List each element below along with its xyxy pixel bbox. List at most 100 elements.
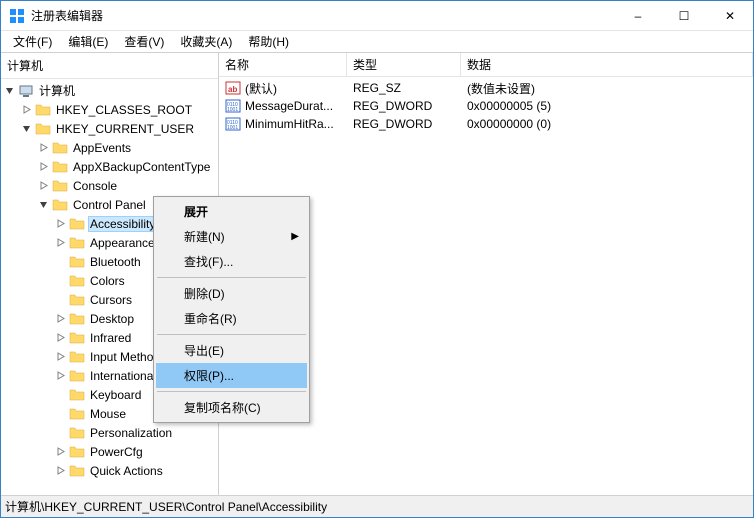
chevron-right-icon[interactable] (54, 464, 67, 477)
ctx-delete[interactable]: 删除(D) (156, 281, 307, 306)
value-row[interactable]: 01101001 MessageDurat... REG_DWORD0x000000… (219, 97, 753, 115)
tree-item-label: Desktop (88, 311, 136, 327)
col-data[interactable]: 数据 (461, 53, 753, 77)
tree-item-label: Control Panel (71, 197, 148, 213)
ctx-copy-key-name[interactable]: 复制项名称(C) (156, 395, 307, 420)
window-title: 注册表编辑器 (31, 7, 615, 24)
folder-icon (52, 197, 68, 213)
tree-item-label: Appearance (88, 235, 157, 251)
tree-item-label: Quick Actions (88, 463, 165, 479)
value-name-label: MessageDurat... (245, 99, 333, 113)
chevron-right-icon[interactable] (54, 331, 67, 344)
tree-item-label: Personalization (88, 425, 174, 441)
value-name-label: (默认) (245, 80, 277, 97)
twisty-none (54, 388, 67, 401)
twisty-none (54, 274, 67, 287)
cell-name: ab (默认) (219, 80, 347, 97)
tree-item[interactable]: Quick Actions (1, 461, 218, 480)
folder-icon (69, 292, 85, 308)
tree-item[interactable]: Console (1, 176, 218, 195)
tree-item-label: Cursors (88, 292, 134, 308)
menu-view[interactable]: 查看(V) (116, 31, 172, 52)
ctx-permissions[interactable]: 权限(P)... (156, 363, 307, 388)
chevron-right-icon[interactable] (54, 236, 67, 249)
ctx-separator (157, 277, 306, 278)
cell-type: REG_DWORD (347, 117, 461, 131)
chevron-down-icon[interactable] (37, 198, 50, 211)
ctx-separator (157, 334, 306, 335)
ctx-expand[interactable]: 展开 (156, 199, 307, 224)
folder-icon (69, 425, 85, 441)
chevron-right-icon[interactable] (54, 445, 67, 458)
tree-item-label: AppEvents (71, 140, 133, 156)
chevron-right-icon[interactable] (54, 350, 67, 363)
tree-root[interactable]: 计算机 (1, 81, 218, 100)
chevron-right-icon[interactable] (54, 217, 67, 230)
folder-icon (69, 330, 85, 346)
tree-item[interactable]: AppEvents (1, 138, 218, 157)
menu-file[interactable]: 文件(F) (5, 31, 60, 52)
statusbar-path: 计算机\HKEY_CURRENT_USER\Control Panel\Acce… (5, 498, 327, 515)
cell-type: REG_DWORD (347, 99, 461, 113)
chevron-right-icon[interactable] (37, 160, 50, 173)
cell-data: 0x00000000 (0) (461, 117, 753, 131)
tree-item-label: Keyboard (88, 387, 143, 403)
chevron-right-icon[interactable] (37, 141, 50, 154)
close-button[interactable]: ✕ (707, 1, 753, 30)
chevron-right-icon[interactable] (54, 312, 67, 325)
chevron-down-icon[interactable] (20, 122, 33, 135)
folder-icon (69, 368, 85, 384)
col-type[interactable]: 类型 (347, 53, 461, 77)
folder-icon (35, 102, 51, 118)
value-string-icon: ab (225, 80, 241, 96)
tree-item[interactable]: AppXBackupContentType (1, 157, 218, 176)
tree-item[interactable]: HKEY_CURRENT_USER (1, 119, 218, 138)
value-row[interactable]: 01101001 MinimumHitRa... REG_DWORD0x000000… (219, 115, 753, 133)
folder-icon (69, 444, 85, 460)
chevron-right-icon[interactable] (54, 369, 67, 382)
tree-item[interactable]: HKEY_CLASSES_ROOT (1, 100, 218, 119)
value-name-label: MinimumHitRa... (245, 117, 334, 131)
menu-edit[interactable]: 编辑(E) (60, 31, 116, 52)
folder-icon (69, 387, 85, 403)
tree-item-label: HKEY_CLASSES_ROOT (54, 102, 194, 118)
cell-data: 0x00000005 (5) (461, 99, 753, 113)
tree-header: 计算机 (1, 53, 218, 79)
window-controls: – ☐ ✕ (615, 1, 753, 30)
chevron-right-icon: ▶ (291, 231, 299, 242)
folder-icon (35, 121, 51, 137)
menu-help[interactable]: 帮助(H) (240, 31, 297, 52)
tree-item[interactable]: Personalization (1, 423, 218, 442)
menu-favorites[interactable]: 收藏夹(A) (172, 31, 240, 52)
tree-item-label: PowerCfg (88, 444, 145, 460)
chevron-right-icon[interactable] (20, 103, 33, 116)
col-name[interactable]: 名称 (219, 53, 347, 77)
minimize-button[interactable]: – (615, 1, 661, 30)
list-header: 名称 类型 数据 (219, 53, 753, 77)
context-menu: 展开 新建(N)▶ 查找(F)... 删除(D) 重命名(R) 导出(E) 权限… (153, 196, 310, 423)
value-binary-icon: 01101001 (225, 98, 241, 114)
svg-text:1001: 1001 (227, 107, 238, 113)
tree-item-label: HKEY_CURRENT_USER (54, 121, 196, 137)
twisty-none (54, 426, 67, 439)
maximize-button[interactable]: ☐ (661, 1, 707, 30)
folder-icon (69, 406, 85, 422)
chevron-right-icon[interactable] (37, 179, 50, 192)
ctx-find[interactable]: 查找(F)... (156, 249, 307, 274)
chevron-down-icon[interactable] (3, 84, 16, 97)
folder-icon (69, 311, 85, 327)
value-row[interactable]: ab(默认)REG_SZ(数值未设置) (219, 79, 753, 97)
tree-item-label: Infrared (88, 330, 133, 346)
ctx-new[interactable]: 新建(N)▶ (156, 224, 307, 249)
list-rows: ab(默认)REG_SZ(数值未设置)01101001MessageDurat.… (219, 77, 753, 133)
cell-name: 01101001 MessageDurat... (219, 98, 347, 114)
ctx-separator (157, 391, 306, 392)
tree-item-label: Mouse (88, 406, 128, 422)
value-binary-icon: 01101001 (225, 116, 241, 132)
ctx-export[interactable]: 导出(E) (156, 338, 307, 363)
tree-item[interactable]: PowerCfg (1, 442, 218, 461)
computer-icon (18, 83, 34, 99)
svg-text:ab: ab (228, 85, 237, 94)
ctx-rename[interactable]: 重命名(R) (156, 306, 307, 331)
tree-item-label: 计算机 (37, 81, 77, 100)
